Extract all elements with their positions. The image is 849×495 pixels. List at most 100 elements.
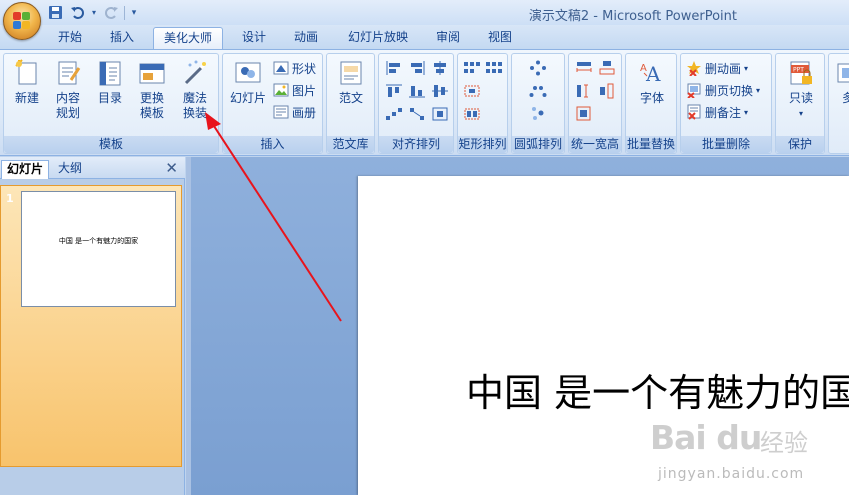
content-plan-icon <box>58 61 81 85</box>
same-width-icon[interactable] <box>575 60 593 76</box>
distribute-v-icon[interactable] <box>408 106 426 122</box>
slide-number: 1 <box>6 192 14 205</box>
toc-button[interactable]: 目录 <box>91 59 129 106</box>
chevron-down-icon: ▾ <box>798 109 803 118</box>
slide-thumbnail-selected[interactable]: 1 中国 是一个有魅力的国家 <box>0 185 182 467</box>
align-center-icon[interactable] <box>431 60 449 76</box>
chevron-down-icon: ▾ <box>744 63 749 73</box>
tab-home[interactable]: 开始 <box>48 27 92 49</box>
group-align: 对齐排列 <box>378 53 454 154</box>
align-right-icon[interactable] <box>408 60 426 76</box>
office-logo-icon <box>13 12 31 30</box>
readonly-button[interactable]: PPT 只读 ▾ <box>781 59 821 121</box>
group-protect-label: 保护 <box>776 136 824 153</box>
ribbon: 新建 内容 规划 目录 更换 模板 魔法 换装 模板 幻灯片 形状 图片 画册 … <box>0 49 849 156</box>
new-button[interactable]: 新建 <box>8 59 46 106</box>
tab-slideshow[interactable]: 幻灯片放映 <box>338 27 418 49</box>
delete-notes-label: 删备注 <box>705 105 742 120</box>
baidu-watermark: Bai du 经验 jingyan.baidu.com <box>650 418 845 492</box>
new-slide-icon <box>15 59 37 85</box>
insert-picture-label: 图片 <box>292 83 317 98</box>
close-icon[interactable]: ✕ <box>165 159 178 177</box>
insert-album-button[interactable]: 画册 <box>273 103 316 121</box>
distribute-h-icon[interactable] <box>385 106 403 122</box>
grid-arrange-icon[interactable] <box>463 60 481 76</box>
replace-font-button[interactable]: AA 字体 <box>632 59 672 106</box>
change-template-icon <box>139 63 165 84</box>
content-plan-label-1: 内容 <box>55 91 80 105</box>
group-rect-label: 矩形排列 <box>458 136 507 153</box>
align-bottom-icon[interactable] <box>408 83 426 99</box>
insert-album-label: 画册 <box>292 105 317 120</box>
same-height-icon[interactable] <box>575 83 593 99</box>
font-replace-icon: AA <box>640 62 661 86</box>
svg-text:PPT: PPT <box>793 67 804 74</box>
circle-arrange-icon[interactable] <box>529 60 547 76</box>
insert-picture-button[interactable]: 图片 <box>273 81 316 99</box>
group-insert: 幻灯片 形状 图片 画册 插入 <box>222 53 323 154</box>
group-rect: 矩形排列 <box>457 53 508 154</box>
baidu-logo: Bai du <box>650 418 762 457</box>
same-size-icon[interactable] <box>575 106 593 122</box>
content-plan-button[interactable]: 内容 规划 <box>49 59 87 121</box>
content-plan-label-2: 规划 <box>55 106 80 120</box>
delete-transition-label: 删页切换 <box>705 83 754 98</box>
slide-thumbnail[interactable]: 中国 是一个有魅力的国家 <box>21 191 176 307</box>
rect-row-icon[interactable] <box>463 83 481 99</box>
group-delete: 删动画 ▾ 删页切换 ▾ 删备注 ▾ 批量删除 <box>680 53 772 154</box>
office-button[interactable] <box>3 2 41 40</box>
change-template-label-1: 更换 <box>139 91 164 105</box>
change-template-button[interactable]: 更换 模板 <box>133 59 171 121</box>
group-arc: 圆弧排列 <box>511 53 565 154</box>
change-template-label-2: 模板 <box>139 106 164 120</box>
watermark-url: jingyan.baidu.com <box>658 466 805 482</box>
tab-view[interactable]: 视图 <box>478 27 522 49</box>
arc-spread-icon[interactable] <box>529 106 547 122</box>
svg-text:A: A <box>645 62 661 86</box>
delete-animation-icon <box>687 61 701 76</box>
align-middle-icon[interactable] <box>431 83 449 99</box>
grid-dots-icon[interactable] <box>485 60 503 76</box>
delete-notes-button[interactable]: 删备注 ▾ <box>686 103 748 121</box>
center-slide-icon[interactable] <box>431 106 449 122</box>
delete-transition-button[interactable]: 删页切换 ▾ <box>686 81 760 99</box>
watermark-cn: 经验 <box>760 429 808 457</box>
insert-shape-label: 形状 <box>292 61 317 76</box>
more-button[interactable]: 多 <box>833 59 849 106</box>
tab-animation[interactable]: 动画 <box>284 27 328 49</box>
arc-arrange-icon[interactable] <box>529 83 547 99</box>
window-title: 演示文稿2 - Microsoft PowerPoint <box>528 9 737 24</box>
group-insert-label: 插入 <box>223 136 322 153</box>
delete-animation-button[interactable]: 删动画 ▾ <box>686 59 748 77</box>
sample-button[interactable]: 范文 <box>332 59 370 106</box>
align-top-icon[interactable] <box>385 83 403 99</box>
delete-notes-icon <box>687 104 701 120</box>
tab-outline[interactable]: 大纲 <box>53 160 87 179</box>
tab-slides[interactable]: 幻灯片 <box>1 160 50 179</box>
picture-icon <box>273 83 289 97</box>
pane-tabs: 幻灯片 大纲 ✕ <box>0 157 185 179</box>
tab-review[interactable]: 审阅 <box>426 27 470 49</box>
svg-text:A: A <box>640 63 647 74</box>
tab-insert[interactable]: 插入 <box>100 27 144 49</box>
ribbon-tabs: 开始 插入 美化大师 设计 动画 幻灯片放映 审阅 视图 <box>0 25 849 49</box>
same-height-2-icon[interactable] <box>598 83 616 99</box>
toc-label: 目录 <box>97 91 122 105</box>
magic-wand-icon <box>184 60 206 85</box>
sample-label: 范文 <box>338 91 363 105</box>
rect-col-icon[interactable] <box>463 106 481 122</box>
same-width-2-icon[interactable] <box>598 60 616 76</box>
insert-slide-label: 幻灯片 <box>229 91 266 105</box>
insert-slide-button[interactable]: 幻灯片 <box>226 59 270 106</box>
slide-text[interactable]: 中国 是一个有魅力的国 <box>466 362 849 417</box>
tab-beautify-master[interactable]: 美化大师 <box>153 27 223 49</box>
tab-design[interactable]: 设计 <box>232 27 276 49</box>
group-unify: 统一宽高 <box>568 53 622 154</box>
magic-label-1: 魔法 <box>182 91 207 105</box>
album-icon <box>273 105 289 119</box>
align-left-icon[interactable] <box>385 60 403 76</box>
insert-shape-button[interactable]: 形状 <box>273 59 316 77</box>
replace-font-label: 字体 <box>639 91 664 105</box>
magic-dressup-button[interactable]: 魔法 换装 <box>176 59 214 121</box>
group-arc-label: 圆弧排列 <box>512 136 564 153</box>
